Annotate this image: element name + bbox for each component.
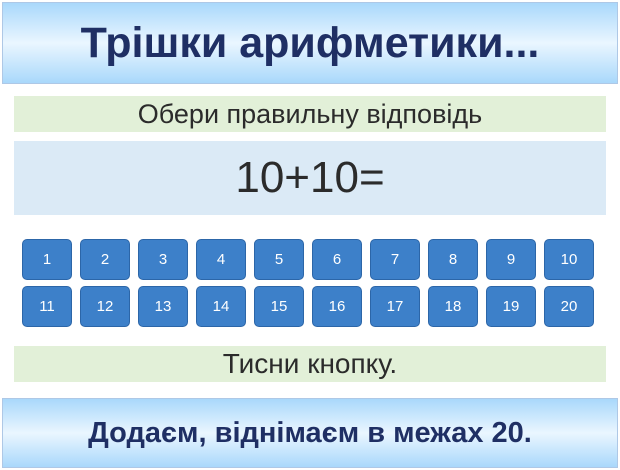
- hint-text: Тисни кнопку.: [222, 348, 398, 379]
- instruction-strip: Обери правильну відповідь: [14, 96, 606, 132]
- answer-button-9[interactable]: 9: [486, 239, 536, 280]
- answer-button-4[interactable]: 4: [196, 239, 246, 280]
- answer-button-5[interactable]: 5: [254, 239, 304, 280]
- answer-button-20[interactable]: 20: [544, 286, 594, 327]
- instruction-text: Обери правильну відповідь: [137, 98, 483, 129]
- answer-button-18[interactable]: 18: [428, 286, 478, 327]
- answer-button-1[interactable]: 1: [22, 239, 72, 280]
- answer-button-6[interactable]: 6: [312, 239, 362, 280]
- answer-button-15[interactable]: 15: [254, 286, 304, 327]
- answer-button-3[interactable]: 3: [138, 239, 188, 280]
- answer-button-13[interactable]: 13: [138, 286, 188, 327]
- answer-button-8[interactable]: 8: [428, 239, 478, 280]
- answer-button-19[interactable]: 19: [486, 286, 536, 327]
- answer-button-2[interactable]: 2: [80, 239, 130, 280]
- title-banner: Трішки арифметики...: [2, 2, 618, 84]
- answer-button-16[interactable]: 16: [312, 286, 362, 327]
- answer-grid: 1 2 3 4 5 6 7 8 9 10 11 12 13 14 15 16 1…: [22, 239, 598, 327]
- question-strip: 10+10=: [14, 141, 606, 215]
- hint-strip: Тисни кнопку.: [14, 346, 606, 382]
- answer-button-17[interactable]: 17: [370, 286, 420, 327]
- answer-button-11[interactable]: 11: [22, 286, 72, 327]
- answer-button-14[interactable]: 14: [196, 286, 246, 327]
- answer-button-10[interactable]: 10: [544, 239, 594, 280]
- page-title: Трішки арифметики...: [80, 18, 540, 67]
- footer-banner: Додаєм, віднімаєм в межах 20.: [2, 398, 618, 468]
- footer-text: Додаєм, віднімаєм в межах 20.: [88, 416, 532, 449]
- question-text: 10+10=: [235, 153, 385, 202]
- answer-button-7[interactable]: 7: [370, 239, 420, 280]
- answer-button-12[interactable]: 12: [80, 286, 130, 327]
